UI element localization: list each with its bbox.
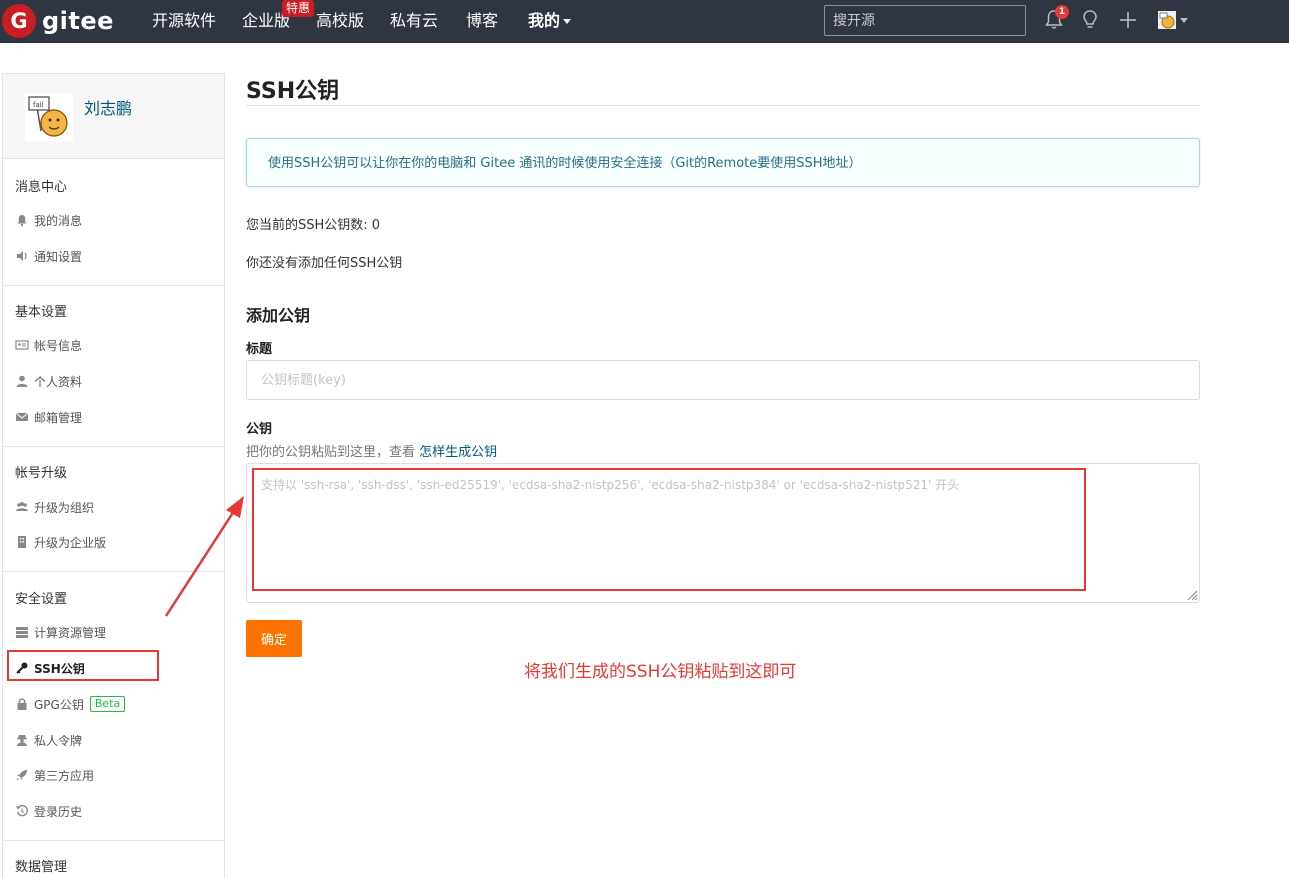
sidebar-item-my-messages[interactable]: 我的消息: [15, 211, 82, 229]
user-icon: [16, 375, 28, 387]
profile-name[interactable]: 刘志鹏: [84, 95, 132, 119]
user-secret-icon: [17, 735, 27, 746]
title-divider: [246, 105, 1200, 106]
key-hint-text: 把你的公钥粘贴到这里，查看: [246, 445, 416, 460]
key-hint: 把你的公钥粘贴到这里，查看 怎样生成公钥: [246, 441, 497, 460]
lock-icon: [17, 698, 27, 710]
top-navbar: G gitee 开源软件 企业版 特惠 高校版 私有云 博客 我的 1: [0, 0, 1289, 43]
resize-handle-icon[interactable]: [1184, 587, 1198, 601]
sidebar-item-label: 计算资源管理: [34, 625, 107, 640]
sidebar-item-label: 私人令牌: [34, 733, 83, 748]
group-title-basic-settings: 基本设置: [15, 305, 68, 320]
sidebar-item-upgrade-enterprise[interactable]: 升级为企业版: [15, 533, 106, 551]
sidebar-item-login-history[interactable]: 登录历史: [15, 802, 82, 820]
avatar[interactable]: fail: [25, 93, 73, 141]
info-message: 使用SSH公钥可以让你在你的电脑和 Gitee 通讯的时候使用安全连接（Git的…: [246, 138, 1200, 187]
plus-icon[interactable]: [1116, 8, 1140, 32]
gitee-logo-text: gitee: [42, 7, 114, 35]
key-title-input[interactable]: [246, 360, 1200, 400]
search-input[interactable]: [824, 5, 1026, 36]
sidebar-item-label: 升级为组织: [34, 500, 95, 515]
key-count-text: 您当前的SSH公钥数: 0: [246, 218, 381, 233]
gitee-logo[interactable]: G gitee: [2, 4, 114, 38]
nav-open-source[interactable]: 开源软件: [152, 11, 216, 31]
profile-card: fail 刘志鹏: [3, 74, 224, 159]
sidebar-item-label: 通知设置: [34, 249, 83, 264]
promo-badge: 特惠: [282, 0, 315, 17]
sidebar-item-label: GPG公钥: [34, 697, 84, 712]
group-title-messages: 消息中心: [15, 180, 68, 195]
add-key-heading: 添加公钥: [246, 306, 311, 325]
group-title-upgrade: 帐号升级: [15, 466, 68, 481]
sidebar-item-email[interactable]: 邮箱管理: [15, 408, 82, 426]
sidebar-item-label: 我的消息: [34, 213, 83, 228]
sidebar-item-notification-settings[interactable]: 通知设置: [15, 247, 82, 265]
chevron-down-icon: [1180, 17, 1188, 23]
annotation-box-textarea: [252, 468, 1086, 591]
title-label: 标题: [246, 342, 273, 357]
sidebar-item-label: 升级为企业版: [34, 535, 107, 550]
divider: [3, 840, 224, 841]
annotation-text: 将我们生成的SSH公钥粘贴到这即可: [524, 662, 797, 682]
nav-mine-label: 我的: [528, 11, 561, 30]
beta-badge: Beta: [89, 696, 126, 712]
sidebar-item-compute-resources[interactable]: 计算资源管理: [15, 623, 106, 641]
rocket-icon: [16, 770, 27, 781]
divider: [3, 446, 224, 447]
nav-mine-dropdown[interactable]: 我的: [528, 11, 572, 31]
building-icon: [18, 536, 26, 548]
submit-button[interactable]: 确定: [246, 620, 302, 657]
gitee-logo-icon: G: [2, 4, 36, 38]
divider: [3, 285, 224, 286]
history-icon: [15, 804, 28, 817]
group-title-data-management: 数据管理: [15, 860, 68, 875]
group-title-security: 安全设置: [15, 592, 68, 607]
sidebar-item-label: 第三方应用: [34, 768, 95, 783]
volume-icon: [17, 251, 27, 261]
sidebar-item-gpg-keys[interactable]: GPG公钥 Beta: [15, 695, 126, 713]
sidebar-item-label: 帐号信息: [34, 338, 83, 353]
user-avatar-menu[interactable]: [1158, 11, 1188, 29]
nav-education[interactable]: 高校版: [316, 11, 364, 31]
divider: [3, 571, 224, 572]
sidebar-item-profile[interactable]: 个人资料: [15, 372, 82, 390]
no-key-text: 你还没有添加任何SSH公钥: [246, 256, 403, 271]
sidebar-item-upgrade-org[interactable]: 升级为组织: [15, 498, 94, 516]
sidebar-item-third-party-apps[interactable]: 第三方应用: [15, 766, 94, 784]
envelope-icon: [15, 412, 29, 421]
lightbulb-icon[interactable]: [1078, 8, 1102, 32]
settings-sidebar: fail 刘志鹏 消息中心 我的消息 通知设置 基本设置 帐号信息 个人资料 邮…: [2, 73, 225, 878]
users-icon: [16, 502, 28, 511]
id-card-icon: [15, 340, 29, 350]
bell-icon: [17, 215, 27, 227]
svg-text:fail: fail: [33, 101, 44, 109]
sidebar-item-label: 邮箱管理: [34, 410, 83, 425]
chevron-down-icon: [563, 19, 572, 24]
how-to-generate-key-link[interactable]: 怎样生成公钥: [419, 445, 497, 460]
key-label: 公钥: [246, 422, 273, 437]
sidebar-item-private-tokens[interactable]: 私人令牌: [15, 731, 82, 749]
annotation-box-ssh-item: [7, 650, 159, 681]
notification-count-badge: 1: [1055, 5, 1069, 19]
avatar-small-icon: [1158, 11, 1176, 29]
page-title: SSH公钥: [246, 79, 340, 104]
nav-blog[interactable]: 博客: [466, 11, 498, 31]
server-icon: [16, 627, 28, 638]
sidebar-item-label: 登录历史: [34, 804, 83, 819]
nav-private-cloud[interactable]: 私有云: [390, 11, 438, 31]
sidebar-item-account-info[interactable]: 帐号信息: [15, 336, 82, 354]
sidebar-item-label: 个人资料: [34, 374, 83, 389]
